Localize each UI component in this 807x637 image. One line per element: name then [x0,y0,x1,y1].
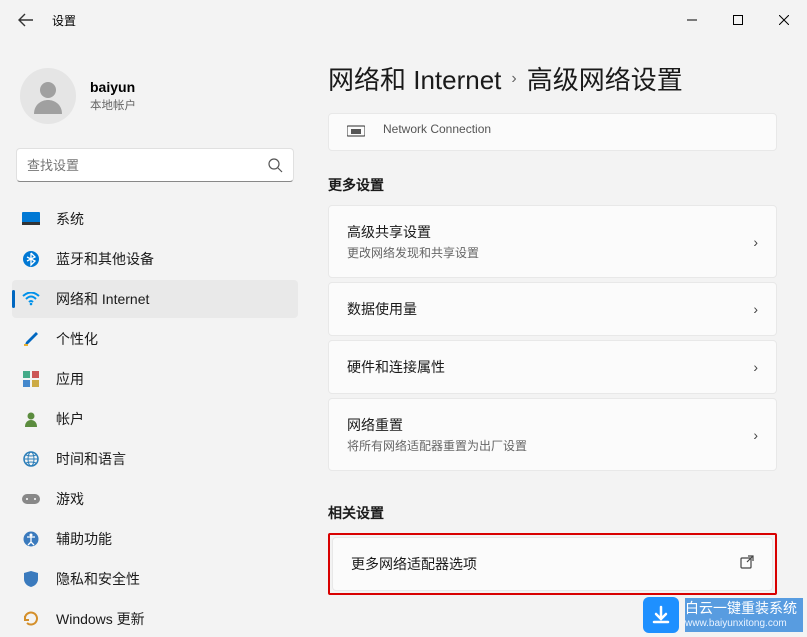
nav-apps[interactable]: 应用 [12,360,298,398]
globe-icon [22,450,40,468]
ethernet-icon [347,124,365,138]
chevron-right-icon: › [753,301,758,317]
card-title: 网络重置 [347,415,753,435]
card-sub: 更改网络发现和共享设置 [347,244,753,261]
profile-name: baiyun [90,79,136,95]
card-data-usage[interactable]: 数据使用量 › [328,282,777,336]
nav: 系统 蓝牙和其他设备 网络和 Internet 个性化 应用 [12,200,298,637]
section-related: 相关设置 [328,503,777,523]
nav-label: 辅助功能 [56,529,112,549]
nav-system[interactable]: 系统 [12,200,298,238]
bluetooth-icon [22,250,40,268]
card-more-adapters[interactable]: 更多网络适配器选项 [332,537,773,591]
update-icon [22,610,40,628]
accounts-icon [22,410,40,428]
section-more: 更多设置 [328,175,777,195]
card-reset[interactable]: 网络重置 将所有网络适配器重置为出厂设置 › [328,398,777,471]
nav-gaming[interactable]: 游戏 [12,480,298,518]
maximize-button[interactable] [715,4,761,36]
nav-time[interactable]: 时间和语言 [12,440,298,478]
window-controls [669,4,807,36]
breadcrumb-parent[interactable]: 网络和 Internet [328,60,501,97]
card-hw-props[interactable]: 硬件和连接属性 › [328,340,777,394]
card-sharing[interactable]: 高级共享设置 更改网络发现和共享设置 › [328,205,777,278]
nav-label: 网络和 Internet [56,289,149,309]
titlebar: 设置 [0,0,807,40]
highlight-box: 更多网络适配器选项 [328,533,777,595]
profile-sub: 本地帐户 [90,97,136,113]
watermark: 白云一键重装系统 www.baiyunxitong.com [643,597,803,633]
nav-label: 游戏 [56,489,84,509]
breadcrumb-current: 高级网络设置 [527,60,683,97]
settings-window: 设置 baiyun 本地帐户 [0,0,807,637]
chevron-right-icon: › [753,359,758,375]
chevron-right-icon: › [511,70,516,88]
card-title: 硬件和连接属性 [347,357,753,377]
watermark-text: 白云一键重装系统 www.baiyunxitong.com [685,598,803,632]
nav-accounts[interactable]: 帐户 [12,400,298,438]
gamepad-icon [22,490,40,508]
back-button[interactable] [8,2,44,38]
sidebar: baiyun 本地帐户 系统 蓝牙和其他设备 网络 [0,40,310,637]
nav-label: 帐户 [56,409,84,429]
minimize-icon [687,15,697,25]
app-title: 设置 [52,12,76,29]
nav-network[interactable]: 网络和 Internet [12,280,298,318]
person-icon [28,76,68,116]
nav-label: 个性化 [56,329,98,349]
brush-icon [22,330,40,348]
maximize-icon [733,15,743,25]
external-link-icon [740,555,754,574]
minimize-button[interactable] [669,4,715,36]
search-box[interactable] [16,148,294,182]
nav-update[interactable]: Windows 更新 [12,600,298,637]
close-button[interactable] [761,4,807,36]
nav-personalization[interactable]: 个性化 [12,320,298,358]
shield-icon [22,570,40,588]
nav-label: 时间和语言 [56,449,126,469]
nav-label: 隐私和安全性 [56,569,140,589]
nav-accessibility[interactable]: 辅助功能 [12,520,298,558]
card-title: 更多网络适配器选项 [351,554,740,574]
apps-icon [22,370,40,388]
search-input[interactable] [27,158,267,173]
nav-privacy[interactable]: 隐私和安全性 [12,560,298,598]
nav-label: 应用 [56,369,84,389]
card-title: 数据使用量 [347,299,753,319]
content: baiyun 本地帐户 系统 蓝牙和其他设备 网络 [0,40,807,637]
main: 网络和 Internet › 高级网络设置 Network Connection… [310,40,807,637]
card-title: 高级共享设置 [347,222,753,242]
card-subtitle: Network Connection [383,122,758,136]
nav-label: Windows 更新 [56,609,145,629]
avatar [20,68,76,124]
nav-label: 蓝牙和其他设备 [56,249,154,269]
search-icon [267,157,283,173]
wifi-icon [22,290,40,308]
arrow-down-icon [650,604,672,626]
arrow-left-icon [18,12,34,28]
watermark-logo [643,597,679,633]
nav-label: 系统 [56,209,84,229]
nav-bluetooth[interactable]: 蓝牙和其他设备 [12,240,298,278]
accessibility-icon [22,530,40,548]
profile[interactable]: baiyun 本地帐户 [12,52,298,140]
watermark-line2: www.baiyunxitong.com [685,618,797,631]
profile-text: baiyun 本地帐户 [90,79,136,113]
chevron-right-icon: › [753,427,758,443]
network-connection-card[interactable]: Network Connection [328,113,777,151]
card-sub: 将所有网络适配器重置为出厂设置 [347,437,753,454]
watermark-line1: 白云一键重装系统 [685,600,797,618]
monitor-icon [22,210,40,228]
chevron-right-icon: › [753,234,758,250]
close-icon [779,15,789,25]
breadcrumb: 网络和 Internet › 高级网络设置 [328,60,777,97]
